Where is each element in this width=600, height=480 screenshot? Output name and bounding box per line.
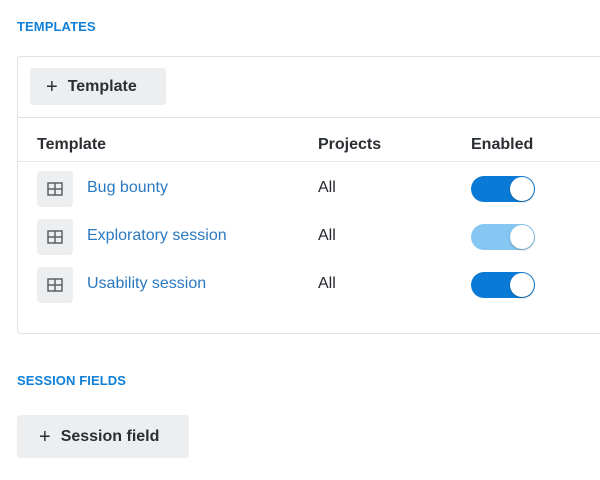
enabled-toggle[interactable]: [471, 224, 535, 250]
toggle-knob: [510, 273, 534, 297]
enabled-toggle[interactable]: [471, 272, 535, 298]
table-row: Bug bounty All: [18, 162, 600, 210]
template-grid-icon: [37, 267, 73, 303]
template-projects-value: All: [318, 227, 336, 244]
plus-icon: +: [39, 425, 51, 448]
add-template-label: Template: [67, 77, 137, 95]
add-session-field-button[interactable]: + Session field: [17, 415, 189, 458]
table-row: Usability session All: [18, 258, 600, 306]
template-projects-value: All: [318, 275, 336, 292]
templates-panel: + Template Template Projects Enabled Bug…: [17, 56, 600, 334]
template-grid-icon: [37, 171, 73, 207]
template-projects-value: All: [318, 179, 336, 196]
column-header-template: Template: [37, 136, 107, 153]
session-fields-section-title: SESSION FIELDS: [17, 373, 127, 388]
add-session-field-label: Session field: [60, 427, 160, 445]
column-header-projects: Projects: [318, 136, 382, 153]
column-header-enabled: Enabled: [471, 136, 534, 153]
templates-toolbar: + Template: [18, 57, 600, 118]
add-template-button[interactable]: + Template: [30, 68, 166, 105]
template-name-link[interactable]: Usability session: [87, 275, 206, 293]
plus-icon: +: [46, 75, 58, 98]
enabled-toggle[interactable]: [471, 176, 535, 202]
toggle-knob: [510, 225, 534, 249]
table-row: Exploratory session All: [18, 210, 600, 258]
toggle-knob: [510, 177, 534, 201]
templates-table-header: Template Projects Enabled: [18, 118, 600, 162]
template-name-link[interactable]: Bug bounty: [87, 179, 168, 197]
template-grid-icon: [37, 219, 73, 255]
templates-section-title: TEMPLATES: [17, 19, 96, 34]
settings-page: TEMPLATES + Template Template Projects E…: [0, 0, 600, 480]
template-name-link[interactable]: Exploratory session: [87, 227, 227, 245]
